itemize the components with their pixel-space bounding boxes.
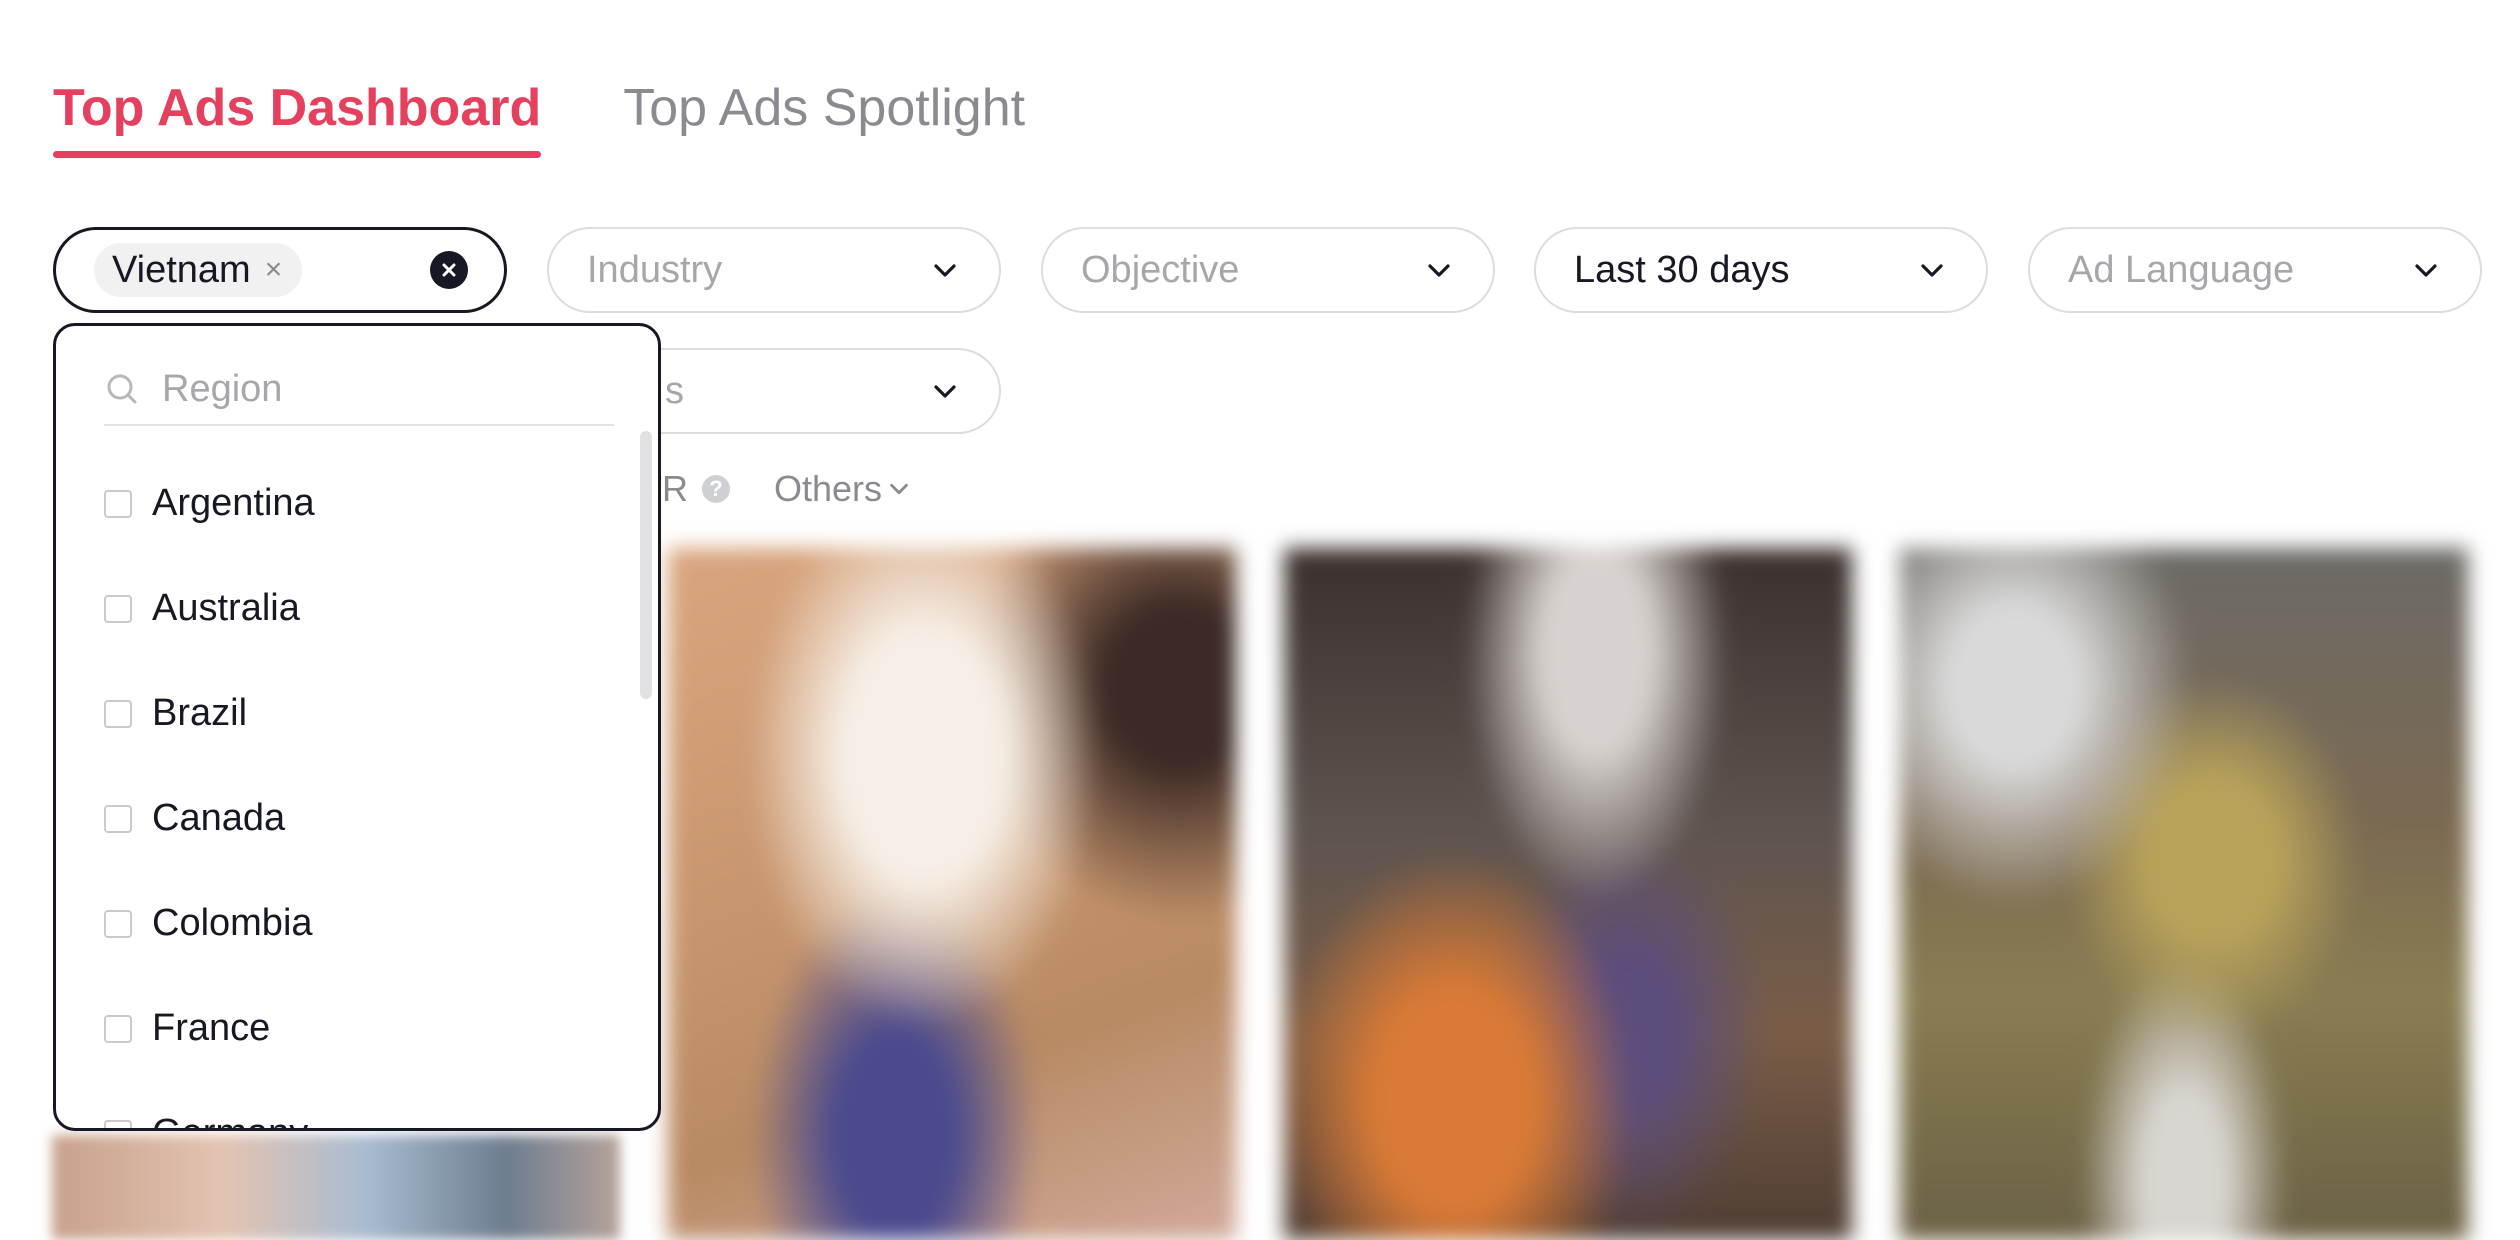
- dropdown-scrollbar[interactable]: [640, 431, 652, 699]
- checkbox[interactable]: [104, 1014, 132, 1043]
- chevron-down-icon: [1921, 264, 1943, 277]
- checkbox[interactable]: [104, 1119, 132, 1128]
- region-option-list: Argentina Australia Brazil Canada Colomb…: [104, 451, 315, 1128]
- ad-card-thumbnail[interactable]: [1284, 548, 1852, 1240]
- industry-placeholder: Industry: [587, 248, 723, 291]
- checkbox[interactable]: [104, 489, 132, 518]
- chevron-down-icon: [2415, 264, 2437, 277]
- region-option[interactable]: Brazil: [104, 661, 315, 766]
- region-option-label: Colombia: [152, 902, 313, 944]
- tab-top-ads-dashboard[interactable]: Top Ads Dashboard: [53, 70, 542, 158]
- ad-language-placeholder: Ad Language: [2068, 248, 2295, 291]
- region-search-field[interactable]: Region: [104, 354, 614, 426]
- others-sort-button[interactable]: Others: [774, 468, 912, 510]
- ad-language-filter[interactable]: Ad Language: [2028, 227, 2482, 313]
- objective-filter[interactable]: Objective: [1041, 227, 1495, 313]
- region-option[interactable]: Canada: [104, 766, 315, 871]
- ad-card-thumbnail[interactable]: [52, 1135, 620, 1240]
- region-option-label: Brazil: [152, 692, 248, 734]
- region-option[interactable]: Germany: [104, 1081, 315, 1128]
- region-option[interactable]: Colombia: [104, 871, 315, 976]
- ad-card-thumbnail[interactable]: [1900, 548, 2468, 1240]
- checkbox[interactable]: [104, 804, 132, 833]
- region-search-placeholder: Region: [162, 367, 283, 410]
- region-filter[interactable]: Vietnam ×: [53, 227, 507, 313]
- region-option[interactable]: Argentina: [104, 451, 315, 556]
- chevron-down-icon: [890, 483, 908, 495]
- region-option[interactable]: Australia: [104, 556, 315, 661]
- region-option-label: Argentina: [152, 482, 315, 524]
- ad-card-thumbnail[interactable]: [668, 548, 1236, 1240]
- chevron-down-icon: [1428, 264, 1450, 277]
- industry-filter[interactable]: Industry: [547, 227, 1001, 313]
- date-range-filter[interactable]: Last 30 days: [1534, 227, 1988, 313]
- tab-top-ads-spotlight[interactable]: Top Ads Spotlight: [623, 70, 1025, 146]
- close-icon: [442, 263, 456, 277]
- sort-bar: TR ? Others: [640, 468, 912, 510]
- others-label: Others: [774, 468, 883, 509]
- checkbox[interactable]: [104, 594, 132, 623]
- region-dropdown: Region Argentina Australia Brazil Canada…: [53, 323, 661, 1131]
- help-icon[interactable]: ?: [702, 475, 730, 503]
- region-chip-label: Vietnam: [112, 248, 251, 291]
- checkbox[interactable]: [104, 909, 132, 938]
- clear-region-button[interactable]: [430, 251, 468, 289]
- tab-bar: Top Ads Dashboard Top Ads Spotlight: [53, 70, 1107, 158]
- objective-placeholder: Objective: [1081, 248, 1240, 291]
- region-chip: Vietnam ×: [94, 243, 303, 297]
- region-option-label: Australia: [152, 587, 300, 629]
- chip-remove-icon[interactable]: ×: [265, 253, 283, 287]
- chevron-down-icon: [934, 385, 956, 398]
- checkbox[interactable]: [104, 699, 132, 728]
- region-option[interactable]: France: [104, 976, 315, 1081]
- region-option-label: France: [152, 1007, 271, 1049]
- chevron-down-icon: [934, 264, 956, 277]
- region-option-label: Germany: [152, 1112, 308, 1128]
- date-range-value: Last 30 days: [1574, 248, 1790, 291]
- search-icon: [107, 374, 137, 404]
- region-option-label: Canada: [152, 797, 286, 839]
